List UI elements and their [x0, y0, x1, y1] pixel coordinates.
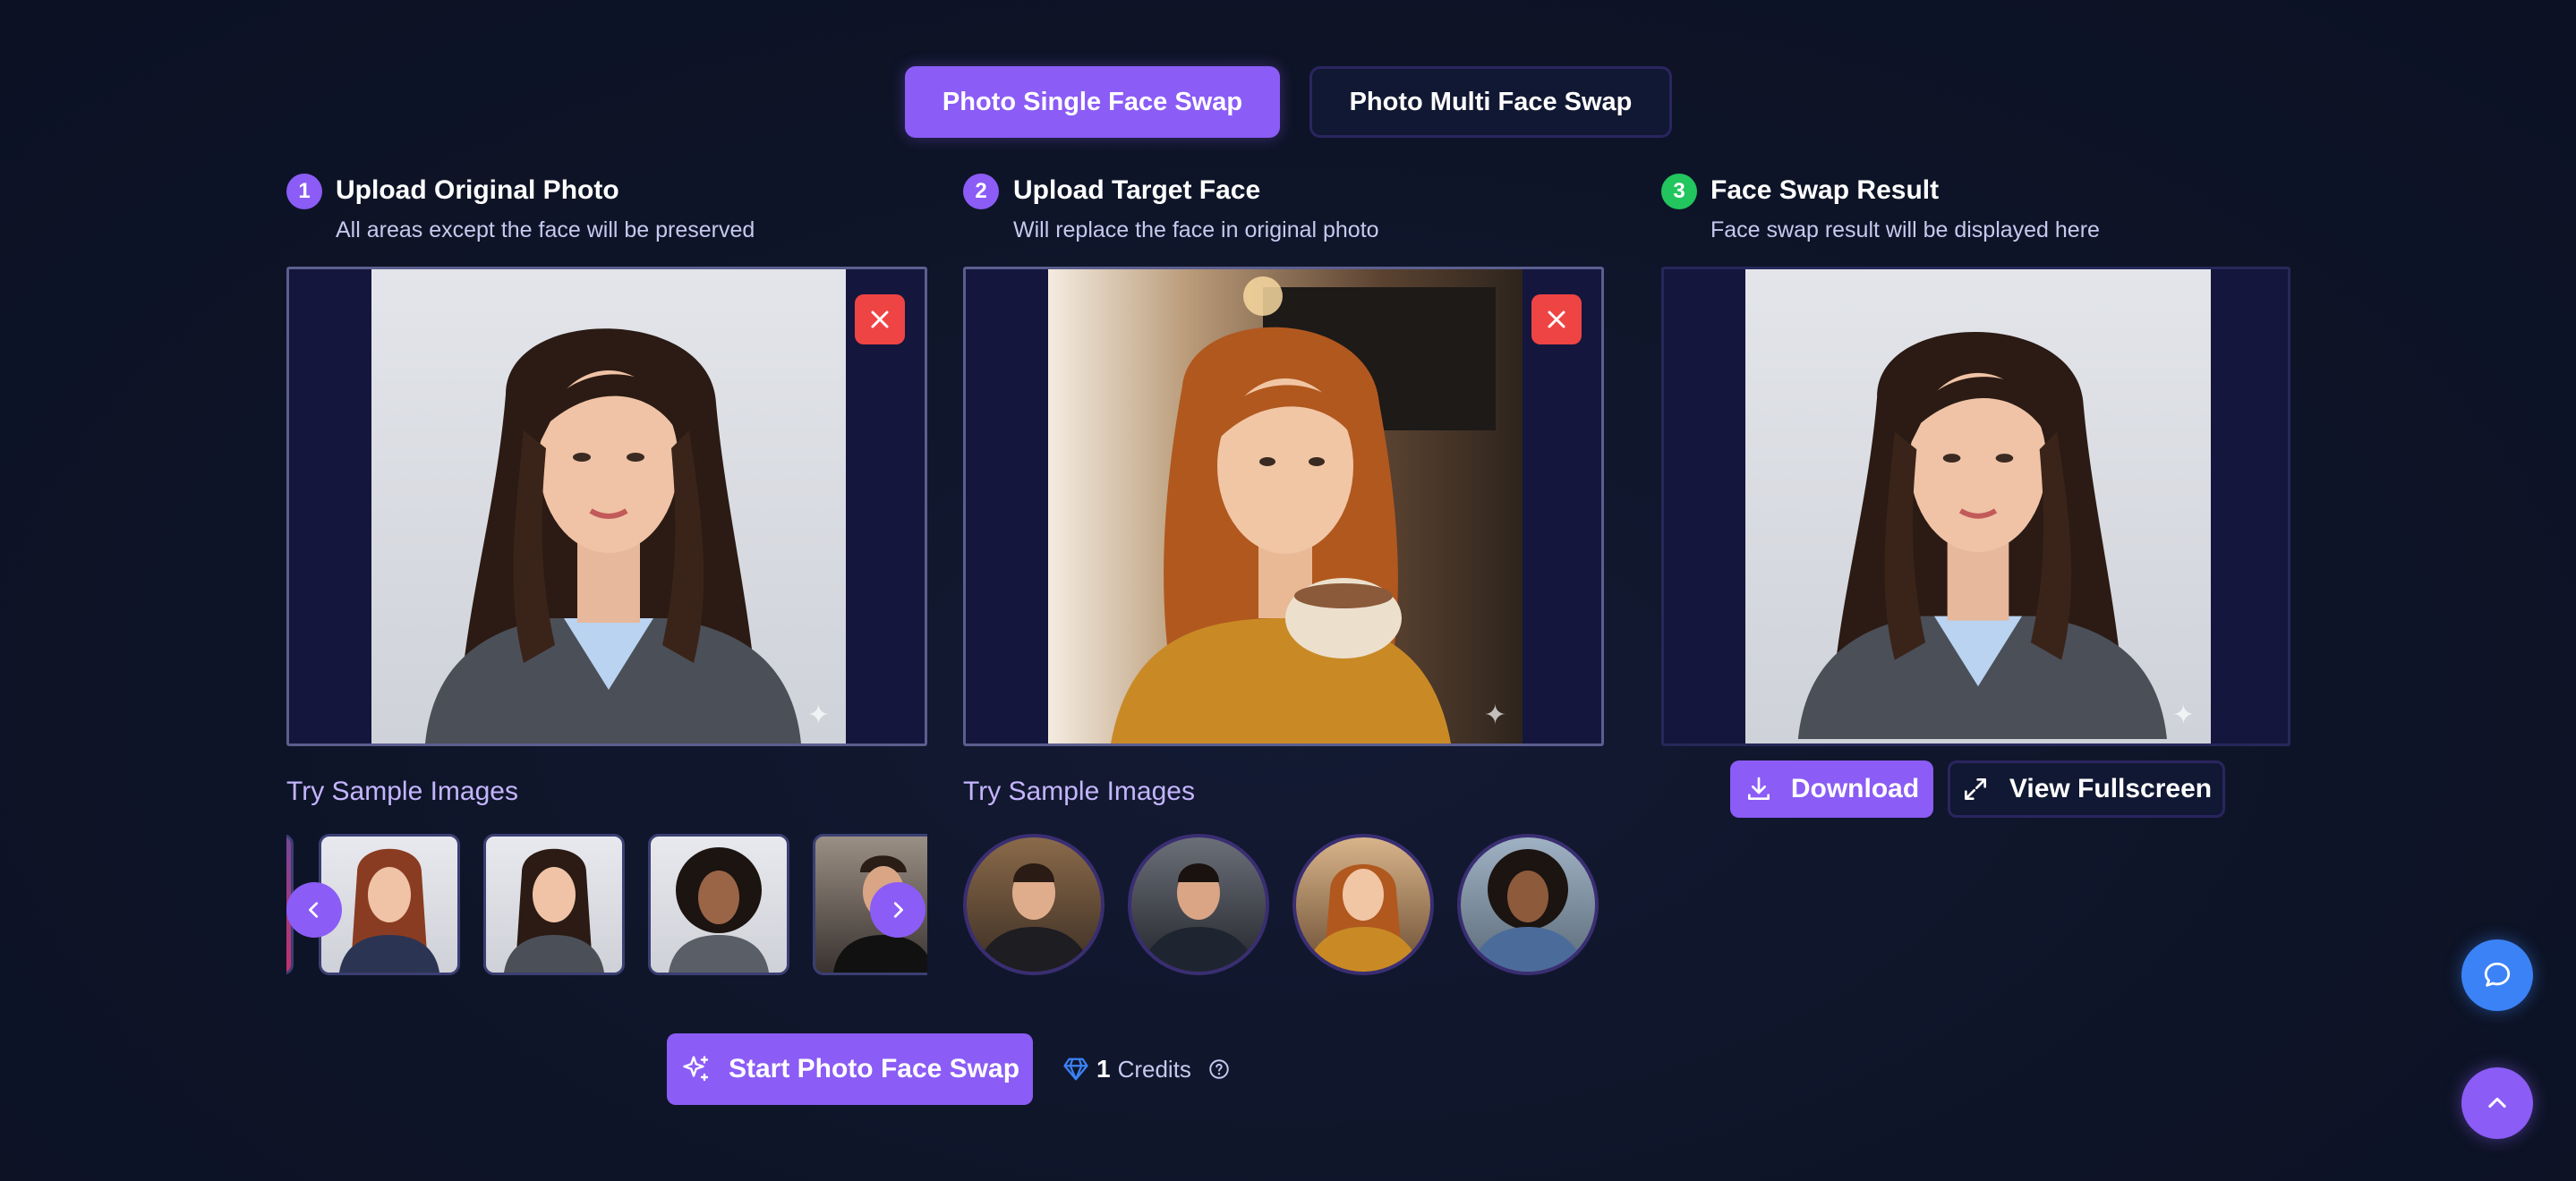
- close-icon: [871, 310, 889, 328]
- credits-indicator: 1 Credits: [1062, 1051, 1231, 1087]
- download-icon: [1747, 777, 1770, 800]
- step-1-title: Upload Original Photo: [336, 175, 619, 205]
- credits-value: 1: [1096, 1055, 1111, 1083]
- sample-target-face[interactable]: [1457, 834, 1599, 975]
- step-1-badge: 1: [286, 174, 322, 209]
- help-icon[interactable]: [1207, 1058, 1231, 1081]
- download-label: Download: [1790, 774, 1920, 803]
- original-photo-upload-area[interactable]: ✦: [286, 267, 927, 746]
- remove-original-photo-button[interactable]: [855, 294, 905, 344]
- original-photo-image: ✦: [371, 269, 846, 743]
- sample-thumbnail[interactable]: [483, 834, 625, 975]
- target-face-image: ✦: [1048, 269, 1523, 743]
- expand-icon: [1964, 778, 1986, 800]
- tab-photo-single-face-swap[interactable]: Photo Single Face Swap: [905, 66, 1280, 138]
- target-face-upload-area[interactable]: ✦: [963, 267, 1604, 746]
- step-2-title: Upload Target Face: [1013, 175, 1261, 205]
- start-face-swap-button[interactable]: Start Photo Face Swap: [667, 1033, 1033, 1105]
- sample-thumbnail[interactable]: [648, 834, 789, 975]
- sample-target-face[interactable]: [1128, 834, 1269, 975]
- carousel-next-button[interactable]: [870, 882, 925, 938]
- view-fullscreen-button[interactable]: View Fullscreen: [1948, 760, 2225, 818]
- result-photo-image: ✦: [1745, 269, 2211, 743]
- chevron-up-icon: [2488, 1097, 2506, 1109]
- remove-target-face-button[interactable]: [1531, 294, 1582, 344]
- credits-label: Credits: [1117, 1055, 1191, 1083]
- chevron-left-icon: [309, 902, 319, 918]
- start-face-swap-label: Start Photo Face Swap: [728, 1054, 1020, 1083]
- download-button[interactable]: Download: [1730, 760, 1933, 818]
- carousel-prev-button[interactable]: [286, 882, 342, 938]
- chat-icon: [2484, 962, 2511, 987]
- step-3-subtitle: Face swap result will be displayed here: [1710, 217, 2100, 242]
- step-2-subtitle: Will replace the face in original photo: [1013, 217, 1379, 242]
- sample-target-face[interactable]: [963, 834, 1105, 975]
- step-3-title: Face Swap Result: [1710, 175, 1940, 205]
- original-sample-carousel: [286, 834, 927, 977]
- scroll-to-top-button[interactable]: [2461, 1067, 2533, 1139]
- sparkle-watermark-icon: ✦: [2171, 701, 2195, 730]
- sparkles-icon: [683, 1056, 709, 1082]
- chevron-right-icon: [893, 902, 903, 918]
- step-2-badge: 2: [963, 174, 999, 209]
- sample-target-face[interactable]: [1292, 834, 1434, 975]
- chat-support-button[interactable]: [2461, 939, 2533, 1011]
- close-icon: [1548, 310, 1565, 328]
- sample-images-label-original: Try Sample Images: [286, 777, 518, 806]
- sample-images-label-target: Try Sample Images: [963, 777, 1195, 806]
- tab-photo-multi-face-swap[interactable]: Photo Multi Face Swap: [1309, 66, 1672, 138]
- sparkle-watermark-icon: ✦: [806, 701, 830, 730]
- view-fullscreen-label: View Fullscreen: [2009, 774, 2213, 803]
- diamond-icon: [1063, 1058, 1088, 1081]
- step-3-badge: 3: [1661, 174, 1697, 209]
- sparkle-watermark-icon: ✦: [1483, 701, 1506, 730]
- face-swap-result-area: ✦: [1661, 267, 2290, 746]
- step-1-subtitle: All areas except the face will be preser…: [336, 217, 755, 242]
